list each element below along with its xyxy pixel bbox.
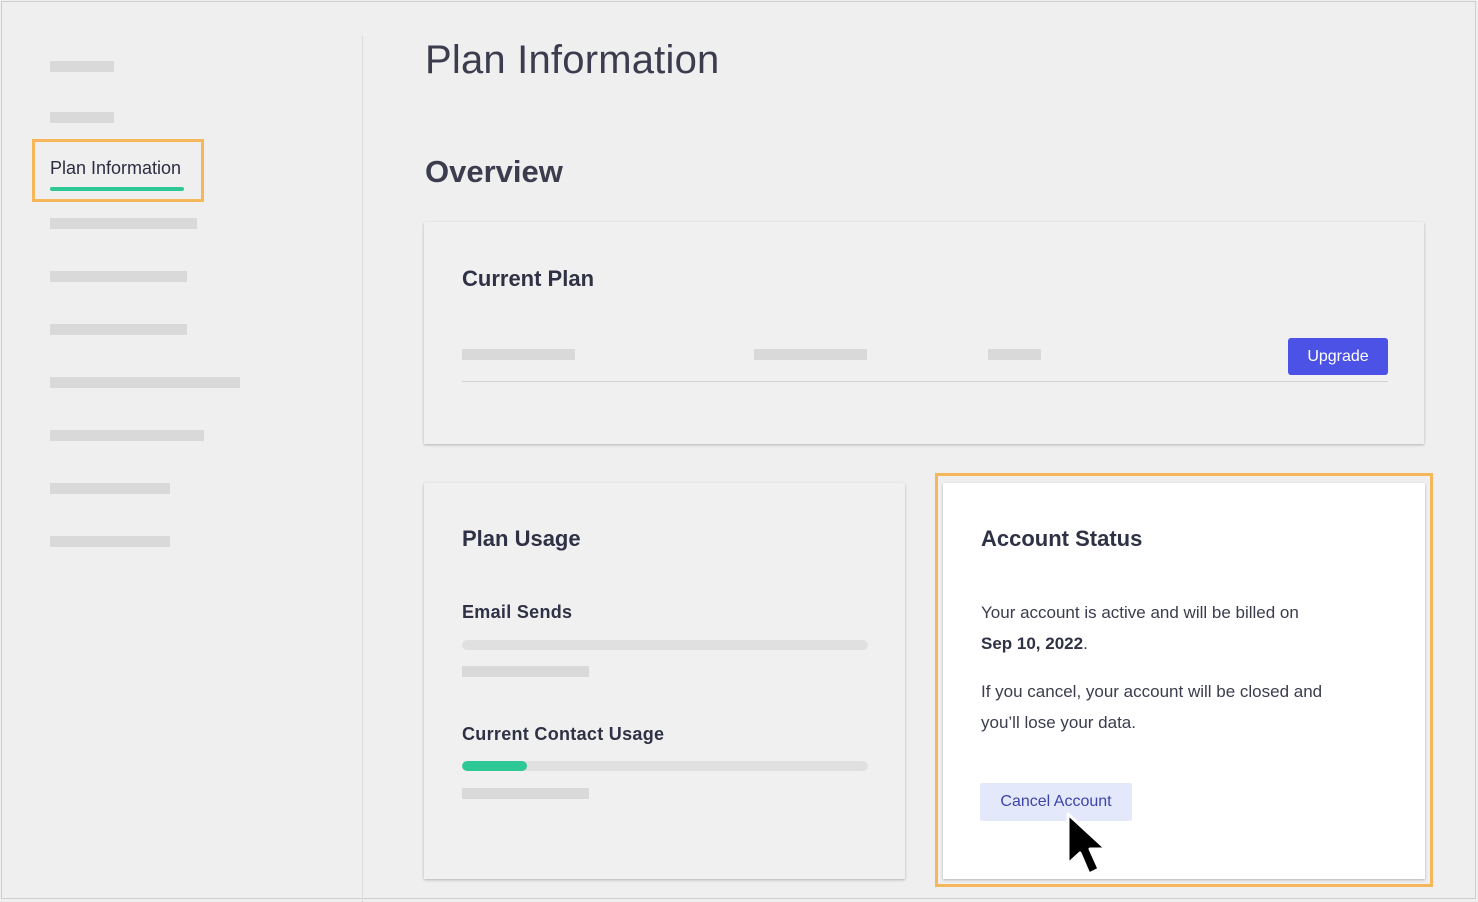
cancel-warning-line2: you’ll lose your data. — [981, 713, 1136, 732]
plan-usage-title: Plan Usage — [462, 526, 581, 551]
contact-usage-progress-fill — [462, 761, 527, 771]
sidebar-item-placeholder[interactable] — [50, 430, 204, 441]
sidebar-item-placeholder[interactable] — [50, 324, 187, 335]
billing-date: Sep 10, 2022 — [981, 634, 1084, 653]
sidebar-item-placeholder[interactable] — [50, 271, 187, 282]
page-title: Plan Information — [425, 38, 720, 82]
plan-detail-placeholder — [988, 349, 1041, 360]
sidebar-item-placeholder[interactable] — [50, 483, 170, 494]
plan-detail-placeholder — [754, 349, 867, 360]
section-title: Overview — [425, 154, 563, 189]
plan-detail-placeholder — [462, 349, 575, 360]
plan-divider — [462, 381, 1388, 382]
contact-usage-detail-placeholder — [462, 788, 589, 799]
upgrade-button[interactable]: Upgrade — [1288, 338, 1388, 375]
billing-suffix: . — [1083, 634, 1088, 653]
current-plan-card — [424, 222, 1424, 444]
sidebar-item-placeholder[interactable] — [50, 377, 240, 388]
contact-usage-progress-bar — [462, 761, 868, 771]
sidebar-item-plan-information[interactable]: Plan Information — [50, 158, 181, 179]
active-tab-indicator — [50, 187, 184, 191]
sidebar-item-placeholder[interactable] — [50, 218, 197, 229]
sidebar-item-placeholder[interactable] — [50, 536, 170, 547]
app-window: Plan Information Plan Information Overvi… — [1, 1, 1476, 902]
contact-usage-label: Current Contact Usage — [462, 724, 665, 744]
billing-info: Your account is active and will be bille… — [981, 597, 1381, 659]
email-sends-detail-placeholder — [462, 666, 589, 677]
sidebar-divider — [362, 36, 363, 902]
cancel-warning-line1: If you cancel, your account will be clos… — [981, 682, 1323, 701]
billing-text: Your account is active and will be bille… — [981, 603, 1299, 622]
current-plan-title: Current Plan — [462, 266, 595, 291]
sidebar-item-placeholder[interactable] — [50, 112, 114, 123]
email-sends-label: Email Sends — [462, 602, 573, 622]
email-sends-progress-bar — [462, 640, 868, 650]
sidebar-item-placeholder[interactable] — [50, 61, 114, 72]
cancel-warning: If you cancel, your account will be clos… — [981, 676, 1401, 738]
account-status-title: Account Status — [981, 526, 1143, 551]
mouse-pointer-icon — [1066, 812, 1108, 876]
